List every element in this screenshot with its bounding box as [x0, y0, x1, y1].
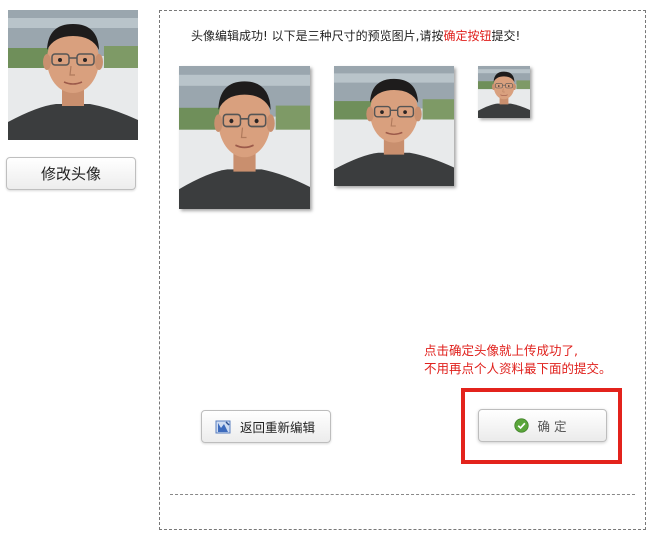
check-circle-icon — [514, 418, 530, 433]
preview-large-photo — [179, 66, 310, 209]
preview-large — [179, 66, 310, 209]
preview-medium-photo — [334, 66, 454, 186]
modify-avatar-button[interactable]: 修改头像 — [6, 157, 136, 190]
upload-note-line-2: 不用再点个人资料最下面的提交。 — [424, 361, 612, 376]
upload-note: 点击确定头像就上传成功了, 不用再点个人资料最下面的提交。 — [424, 342, 612, 378]
upload-note-line-1: 点击确定头像就上传成功了, — [424, 343, 578, 358]
success-message: 头像编辑成功! 以下是三种尺寸的预览图片,请按确定按钮提交! — [191, 27, 520, 44]
back-edit-icon — [215, 419, 231, 435]
confirm-button-hint: 确定按钮 — [443, 29, 492, 43]
current-avatar — [8, 10, 138, 140]
back-edit-label: 返回重新编辑 — [240, 420, 316, 435]
preview-small-photo — [478, 66, 530, 118]
back-edit-button[interactable]: 返回重新编辑 — [201, 410, 331, 443]
modify-avatar-label: 修改头像 — [40, 165, 101, 183]
success-message-end: 提交! — [491, 29, 521, 43]
preview-medium — [334, 66, 454, 186]
confirm-label: 确定 — [537, 419, 571, 434]
preview-panel: 头像编辑成功! 以下是三种尺寸的预览图片,请按确定按钮提交! 点击确定头像就上传… — [159, 10, 646, 530]
success-message-text: 头像编辑成功! 以下是三种尺寸的预览图片,请按 — [191, 29, 444, 43]
panel-divider — [170, 494, 635, 495]
confirm-button[interactable]: 确定 — [478, 409, 607, 442]
preview-small — [478, 66, 530, 118]
avatar-photo — [8, 10, 138, 140]
